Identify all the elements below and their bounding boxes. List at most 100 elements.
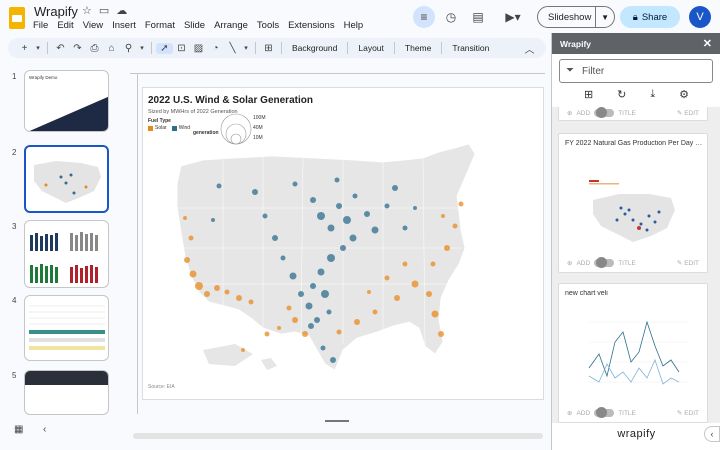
slide-thumb-4[interactable]	[24, 295, 109, 361]
title-toggle[interactable]	[594, 407, 615, 418]
layout-button[interactable]: Layout	[352, 43, 390, 53]
add-label[interactable]: ADD	[576, 260, 590, 267]
menu-extensions[interactable]: Extensions	[288, 20, 334, 31]
document-title[interactable]: Wrapify	[34, 4, 78, 19]
share-button[interactable]: 🔒︎ Share	[620, 6, 680, 28]
chart-source: Source: EIA	[148, 384, 175, 390]
image-icon[interactable]: ▨	[190, 43, 207, 54]
menu-edit[interactable]: Edit	[57, 20, 73, 31]
menu-arrange[interactable]: Arrange	[214, 20, 248, 31]
chart-card[interactable]: FY 2022 Natural Gas Production Per Day o…	[558, 133, 708, 273]
slide-thumb-1[interactable]: Wrapify Demo	[24, 70, 109, 132]
menu-slide[interactable]: Slide	[184, 20, 205, 31]
history-icon[interactable]: ◷	[440, 6, 462, 28]
avatar[interactable]: V	[689, 6, 711, 28]
panel-header: Wrapify ✕	[552, 33, 720, 54]
close-icon[interactable]: ✕	[703, 37, 712, 50]
title-toggle[interactable]	[594, 257, 615, 268]
legend-wind-label: Wind	[178, 125, 191, 131]
legend: Solar Wind	[148, 125, 190, 131]
filmstrip: 1 Wrapify Demo 2 3 4 5	[0, 62, 118, 417]
redo-icon[interactable]: ↷	[69, 43, 86, 54]
add-chart-icon[interactable]: ⊞	[584, 88, 593, 104]
add-label[interactable]: ADD	[576, 410, 590, 417]
divider	[151, 42, 152, 54]
line-icon[interactable]: ╲	[224, 43, 241, 54]
card-preview-map	[589, 180, 675, 242]
chevron-down-icon[interactable]: ▼	[596, 13, 614, 22]
meet-icon[interactable]: ▶▾	[498, 6, 528, 28]
menu-insert[interactable]: Insert	[112, 20, 136, 31]
filter-placeholder: Filter	[582, 65, 605, 77]
menu-tools[interactable]: Tools	[257, 20, 279, 31]
menu-help[interactable]: Help	[344, 20, 364, 31]
menu-format[interactable]: Format	[145, 20, 175, 31]
select-cursor-icon[interactable]: ➚	[156, 42, 173, 54]
chevron-left-icon[interactable]: ‹	[43, 424, 46, 435]
transition-button[interactable]: Transition	[446, 43, 495, 53]
add-label[interactable]: ADD	[576, 110, 590, 117]
title-toggle[interactable]	[594, 107, 615, 118]
add-circle-icon[interactable]: ⊕	[567, 259, 572, 267]
panel-actions: ⊞ ↻ ⤓ ⚙	[552, 88, 720, 104]
lock-icon: 🔒︎	[632, 11, 638, 23]
theme-button[interactable]: Theme	[399, 43, 437, 53]
title-icons: ☆ ▭ ☁	[82, 4, 127, 17]
slide-thumb-5[interactable]	[24, 370, 109, 415]
thumb-bars	[30, 232, 98, 283]
new-slide-icon[interactable]: +	[16, 43, 33, 54]
settings-icon[interactable]: ⚙	[679, 88, 689, 104]
folder-icon[interactable]: ▭	[99, 4, 109, 17]
cloud-icon[interactable]: ☁	[116, 4, 127, 17]
star-icon[interactable]: ☆	[82, 4, 92, 17]
grid-view-icon[interactable]: ▦	[14, 424, 23, 435]
horizontal-scrollbar[interactable]	[133, 433, 543, 439]
chevron-down-icon[interactable]: ▾	[137, 44, 147, 52]
divider	[393, 42, 395, 54]
edit-button[interactable]: ✎ EDIT	[677, 409, 699, 417]
slide-number: 4	[12, 296, 17, 305]
menu-file[interactable]: File	[33, 20, 48, 31]
paint-format-icon[interactable]: ⌂	[103, 43, 120, 54]
edit-button[interactable]: ✎ EDIT	[677, 109, 699, 117]
chart-card[interactable]: new chart veli ⊕ ADD TITLE ✎ EDIT	[558, 283, 708, 423]
slideshow-button[interactable]: Slideshow ▼	[537, 6, 615, 28]
chevron-up-icon[interactable]: ︿	[521, 41, 538, 56]
shape-icon[interactable]: ◔	[207, 43, 224, 54]
card-controls: ⊕ ADD TITLE ✎ EDIT	[559, 256, 709, 270]
slides-logo-icon[interactable]	[9, 7, 25, 29]
slide-thumb-2[interactable]	[24, 145, 109, 213]
refresh-icon[interactable]: ↻	[617, 88, 626, 104]
divider	[281, 42, 282, 54]
chart-list[interactable]: ⊕ ADD TITLE ✎ EDIT FY 2022 Natural Gas P…	[552, 107, 720, 423]
slide-canvas[interactable]: 2022 U.S. Wind & Solar Generation Sized …	[143, 88, 543, 399]
comment-icon[interactable]: ▤	[467, 6, 489, 28]
share-label: Share	[641, 11, 668, 23]
text-box-icon[interactable]: ⊡	[173, 43, 190, 54]
chevron-down-icon[interactable]: ▾	[241, 44, 251, 52]
undo-icon[interactable]: ↶	[52, 43, 69, 54]
gemini-icon[interactable]: ≡	[413, 6, 435, 28]
resize-handle[interactable]	[325, 420, 349, 422]
add-circle-icon[interactable]: ⊕	[567, 109, 572, 117]
slide-thumb-3[interactable]	[24, 220, 109, 288]
menu-view[interactable]: View	[83, 20, 103, 31]
edit-label: EDIT	[684, 110, 699, 117]
thumb-header	[25, 371, 108, 385]
comment-add-icon[interactable]: ⊞	[260, 43, 277, 54]
edit-button[interactable]: ✎ EDIT	[677, 259, 699, 267]
background-button[interactable]: Background	[286, 43, 343, 53]
add-circle-icon[interactable]: ⊕	[567, 409, 572, 417]
thumb-graphic	[29, 96, 108, 131]
chevron-left-icon[interactable]: ‹	[704, 426, 720, 442]
chevron-down-icon[interactable]: ▾	[33, 44, 43, 52]
download-icon[interactable]: ⤓	[650, 88, 655, 104]
print-icon[interactable]: ⎙	[86, 43, 103, 54]
slide-number: 1	[12, 72, 17, 81]
card-title: new chart veli	[565, 290, 608, 297]
zoom-icon[interactable]: ⚲	[120, 43, 137, 54]
filter-input[interactable]: ⏷ Filter	[559, 59, 713, 83]
card-preview-line-chart	[588, 320, 689, 385]
legend-solar-label: Solar	[155, 125, 167, 131]
title-label: TITLE	[618, 409, 636, 417]
